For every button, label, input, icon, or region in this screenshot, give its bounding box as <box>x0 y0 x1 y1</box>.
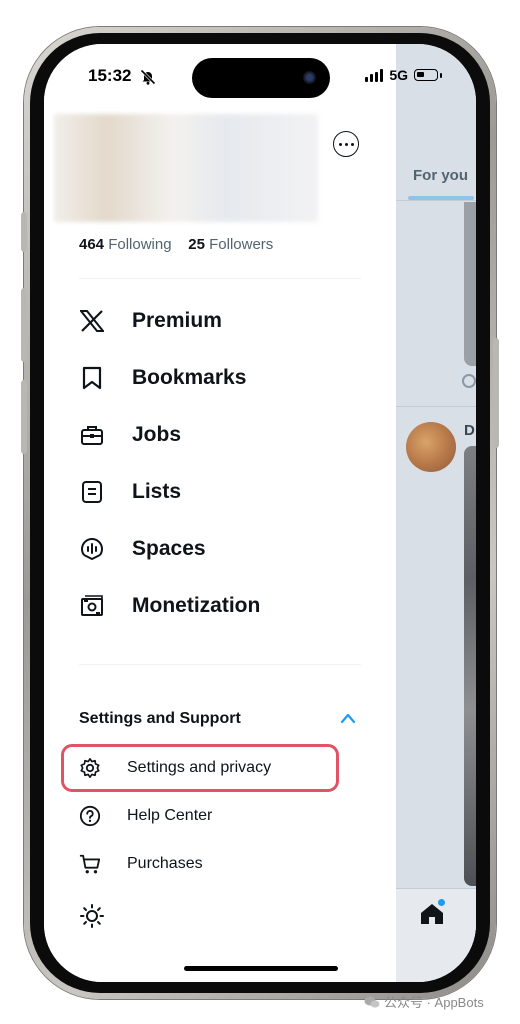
post-author-avatar[interactable] <box>406 422 456 472</box>
dynamic-island <box>192 58 330 98</box>
status-indicators: 5G <box>365 67 442 83</box>
menu-item-help-center[interactable]: Help Center <box>79 801 349 831</box>
highlight-annotation-box <box>61 744 339 792</box>
reply-icon[interactable] <box>462 374 476 388</box>
menu-item-label: Lists <box>132 480 182 503</box>
followers-label[interactable]: Followers <box>209 236 273 253</box>
watermark: 公众号 · AppBots <box>364 992 484 1011</box>
notification-dot <box>438 899 445 906</box>
x-logo-icon <box>79 308 105 334</box>
following-count[interactable]: 464 <box>79 236 104 253</box>
follow-stats: 464 Following 25 Followers <box>79 236 273 253</box>
post-author-name[interactable]: D <box>464 422 475 439</box>
menu-item-label: Bookmarks <box>132 366 247 389</box>
question-circle-icon <box>79 805 101 827</box>
menu-item-label: Jobs <box>132 423 182 446</box>
following-label[interactable]: Following <box>108 236 171 253</box>
settings-support-heading[interactable]: Settings and Support <box>79 710 241 728</box>
network-type: 5G <box>389 67 408 83</box>
menu-item-label: Monetization <box>132 594 261 617</box>
bookmark-icon <box>79 365 105 391</box>
home-feed-panel[interactable]: For you D <box>396 44 476 982</box>
followers-count[interactable]: 25 <box>188 236 205 253</box>
brightness-icon[interactable] <box>80 904 104 928</box>
tab-for-you[interactable]: For you <box>413 167 468 184</box>
menu-item-label: Purchases <box>127 855 203 872</box>
feed-divider <box>396 200 476 201</box>
divider <box>79 664 361 665</box>
bottom-tab-bar <box>396 888 476 982</box>
front-camera <box>303 71 316 84</box>
briefcase-icon <box>79 422 105 448</box>
bell-mute-icon <box>140 69 156 85</box>
divider <box>79 278 361 279</box>
menu-item-label: Spaces <box>132 537 206 560</box>
menu-item-jobs[interactable]: Jobs <box>79 415 339 455</box>
menu-item-spaces[interactable]: Spaces <box>79 529 339 569</box>
menu-item-monetization[interactable]: Monetization <box>79 586 339 626</box>
battery-icon <box>414 69 438 81</box>
spaces-mic-icon <box>79 536 105 562</box>
home-icon[interactable] <box>420 903 444 925</box>
profile-header-blurred[interactable] <box>54 114 318 222</box>
cart-icon <box>79 853 101 875</box>
menu-item-label: Premium <box>132 309 222 332</box>
side-button-action <box>21 212 27 252</box>
more-options-button[interactable] <box>333 131 359 157</box>
list-icon <box>79 479 105 505</box>
battery-terminal <box>440 72 442 78</box>
post-media[interactable] <box>464 446 476 886</box>
feed-divider <box>396 406 476 407</box>
status-time: 15:32 <box>88 66 132 85</box>
watermark-text: 公众号 · AppBots <box>384 995 484 1010</box>
menu-item-label: Help Center <box>127 807 213 824</box>
post-media[interactable] <box>464 202 476 366</box>
side-button-power <box>493 338 499 448</box>
signal-icon <box>365 68 384 82</box>
side-button-volume-up <box>21 288 27 362</box>
wechat-icon <box>364 996 380 1007</box>
home-indicator[interactable] <box>184 966 338 971</box>
side-button-volume-down <box>21 380 27 454</box>
menu-item-purchases[interactable]: Purchases <box>79 849 349 879</box>
phone-screen: For you D 464 Following 25 Followers Pre… <box>44 44 476 982</box>
menu-item-lists[interactable]: Lists <box>79 472 339 512</box>
money-icon <box>79 593 105 619</box>
menu-item-premium[interactable]: Premium <box>79 301 339 341</box>
menu-item-bookmarks[interactable]: Bookmarks <box>79 358 339 398</box>
side-drawer: 464 Following 25 Followers Premium Bookm… <box>44 44 396 982</box>
chevron-up-icon[interactable] <box>340 712 356 724</box>
